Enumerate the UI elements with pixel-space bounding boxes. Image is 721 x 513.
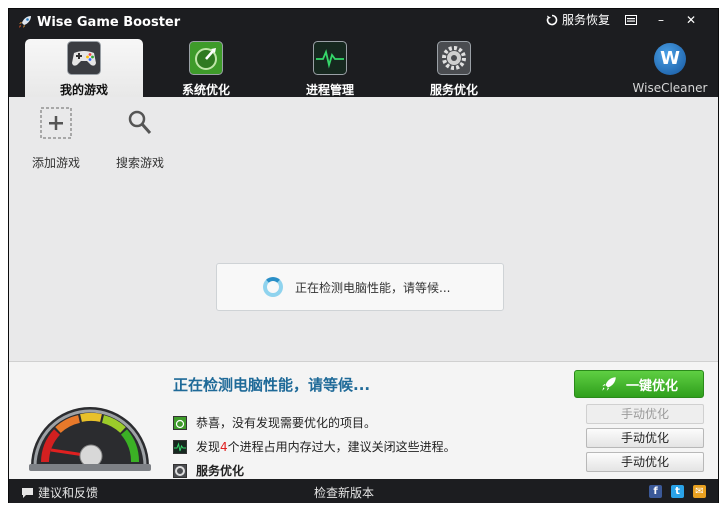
tab-system-optimize[interactable]: 系统优化: [147, 39, 265, 97]
service-gear-icon: [437, 41, 471, 75]
menu-icon: [625, 15, 637, 25]
boost-all-label: 一键优化: [625, 378, 678, 394]
email-icon[interactable]: ✉: [693, 485, 706, 498]
process-count: 4: [220, 439, 228, 454]
tab-label: 系统优化: [181, 83, 230, 97]
detecting-dialog: 正在检测电脑性能，请等候...: [216, 263, 504, 311]
status-row-process-prefix: 发现: [196, 440, 221, 454]
check-update-link[interactable]: 检查新版本: [314, 484, 374, 501]
manual-optimize-system-button[interactable]: 手动优化: [586, 404, 704, 424]
menu-button[interactable]: [618, 11, 644, 29]
tab-label: 进程管理: [305, 83, 354, 97]
feedback-label: 建议和反馈: [38, 486, 99, 500]
close-icon: ✕: [685, 13, 697, 27]
chat-bubble-icon: [22, 487, 33, 498]
status-row-service: 服务优化: [173, 462, 244, 479]
manual-optimize-process-button[interactable]: 手动优化: [586, 428, 704, 448]
main-nav: 我的游戏 系统优化 进程管理 服务优化 W WiseCleaner: [9, 35, 718, 97]
app-title: Wise Game Booster: [37, 15, 181, 30]
minimize-icon: –: [658, 13, 664, 27]
service-small-icon: [173, 463, 187, 478]
boost-all-button[interactable]: 一键优化: [574, 370, 704, 398]
status-row-system: 恭喜，没有发现需要优化的项目。: [173, 414, 376, 431]
process-small-icon: [173, 439, 187, 454]
close-button[interactable]: ✕: [678, 11, 704, 29]
add-game-label: 添加游戏: [31, 156, 80, 170]
spinner-icon: [263, 277, 283, 297]
speedometer-icon: [29, 407, 151, 471]
tab-label: 服务优化: [429, 83, 478, 97]
wisecleaner-logo-icon: W: [654, 43, 686, 75]
search-icon: [128, 110, 152, 134]
twitter-icon[interactable]: t: [671, 485, 684, 498]
system-optimize-small-icon: [173, 415, 187, 430]
facebook-icon[interactable]: f: [649, 485, 662, 498]
plus-icon: [40, 107, 72, 139]
footer-bar: 建议和反馈 检查新版本 f t ✉: [9, 479, 718, 503]
status-row-process: 发现 4 个进程占用内存过大，建议关闭这些进程。: [173, 438, 456, 455]
tab-service-optimize[interactable]: 服务优化: [395, 39, 513, 97]
add-game-button[interactable]: 添加游戏: [21, 107, 91, 171]
tab-process-management[interactable]: 进程管理: [271, 39, 389, 97]
rocket-icon: [19, 16, 31, 28]
search-game-button[interactable]: 搜索游戏: [105, 107, 175, 171]
title-bar: Wise Game Booster 服务恢复 – ✕: [9, 9, 718, 35]
minimize-button[interactable]: –: [648, 11, 674, 29]
restore-icon: [546, 14, 558, 25]
rocket-icon: [602, 377, 616, 391]
app-window: Wise Game Booster 服务恢复 – ✕ 我的游戏 系统优化 进程管…: [8, 8, 719, 503]
status-row-system-text: 恭喜，没有发现需要优化的项目。: [196, 416, 377, 430]
status-title: 正在检测电脑性能，请等候...: [173, 376, 371, 394]
games-panel: 添加游戏 搜索游戏 正在检测电脑性能，请等候...: [9, 97, 718, 361]
feedback-link[interactable]: 建议和反馈: [21, 484, 98, 501]
system-optimize-icon: [189, 41, 223, 75]
tab-my-games[interactable]: 我的游戏: [25, 39, 143, 97]
wisecleaner-brand[interactable]: W WiseCleaner: [628, 43, 712, 95]
tab-label: 我的游戏: [59, 83, 108, 97]
status-row-process-suffix: 个进程占用内存过大，建议关闭这些进程。: [227, 440, 456, 454]
gamepad-icon: [67, 41, 101, 75]
service-restore-label: 服务恢复: [561, 13, 610, 27]
process-monitor-icon: [313, 41, 347, 75]
manual-optimize-service-button[interactable]: 手动优化: [586, 452, 704, 472]
status-panel: 正在检测电脑性能，请等候... 恭喜，没有发现需要优化的项目。 发现 4 个进程占用…: [9, 361, 718, 479]
status-row-service-text: 服务优化: [196, 464, 245, 478]
search-game-label: 搜索游戏: [115, 156, 164, 170]
brand-name: WiseCleaner: [632, 81, 708, 95]
detecting-text: 正在检测电脑性能，请等候...: [295, 280, 451, 295]
service-restore-button[interactable]: 服务恢复: [546, 11, 610, 28]
